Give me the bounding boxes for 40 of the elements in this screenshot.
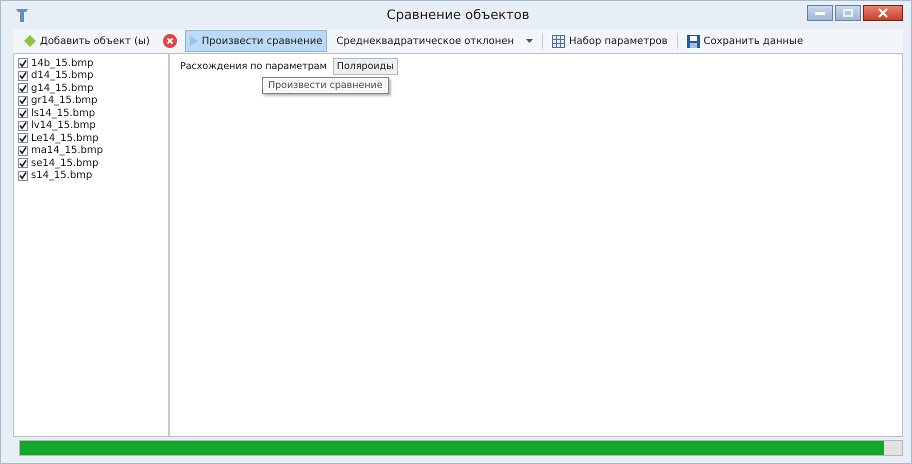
- app-icon: [15, 7, 29, 23]
- checkbox[interactable]: [18, 133, 28, 144]
- diamond-icon: [24, 35, 36, 47]
- file-label[interactable]: 14b_15.bmp: [31, 58, 94, 69]
- checkbox[interactable]: [18, 83, 28, 94]
- checkbox[interactable]: [18, 108, 28, 118]
- metric-dropdown[interactable]: Среднеквадратическое отклонен: [331, 30, 538, 52]
- tooltip: Произвести сравнение: [262, 77, 389, 94]
- file-label[interactable]: lv14_15.bmp: [31, 120, 96, 132]
- file-label[interactable]: Le14_15.bmp: [31, 132, 99, 144]
- file-label[interactable]: d14_15.bmp: [31, 70, 94, 82]
- close-button[interactable]: [863, 5, 903, 21]
- checkbox[interactable]: [18, 96, 28, 106]
- file-label[interactable]: se14_15.bmp: [31, 158, 98, 169]
- minimize-icon: [815, 12, 825, 14]
- restore-icon: [843, 9, 853, 17]
- restore-button[interactable]: [835, 5, 861, 21]
- toolbar-button[interactable]: Произвести сравнение: [184, 30, 328, 52]
- checkbox[interactable]: [18, 170, 28, 181]
- file-label[interactable]: ma14_15.bmp: [31, 145, 103, 156]
- tab[interactable]: Поляроиды: [332, 58, 398, 75]
- minimize-button[interactable]: [807, 5, 833, 21]
- file-label[interactable]: gr14_15.bmp: [31, 95, 98, 106]
- checkbox[interactable]: [18, 120, 28, 131]
- checkbox[interactable]: [18, 158, 28, 168]
- file-label[interactable]: s14_15.bmp: [31, 170, 92, 182]
- file-label[interactable]: g14_15.bmp: [31, 82, 94, 94]
- window-title: Сравнение объектов: [386, 8, 530, 22]
- toolbar-button[interactable]: Сохранить данные: [682, 30, 808, 52]
- grid-icon: [552, 34, 566, 48]
- play-icon: [190, 36, 198, 46]
- save-icon: [686, 34, 700, 48]
- caret-icon: [526, 39, 534, 43]
- checkbox[interactable]: [18, 146, 28, 156]
- toolbar-button[interactable]: Добавить объект (ы): [19, 30, 155, 52]
- toolbar-button[interactable]: Набор параметров: [547, 30, 672, 52]
- file-label[interactable]: ls14_15.bmp: [31, 108, 96, 119]
- checkbox[interactable]: [18, 58, 28, 68]
- close-icon: [878, 8, 888, 18]
- checkbox[interactable]: [18, 70, 28, 81]
